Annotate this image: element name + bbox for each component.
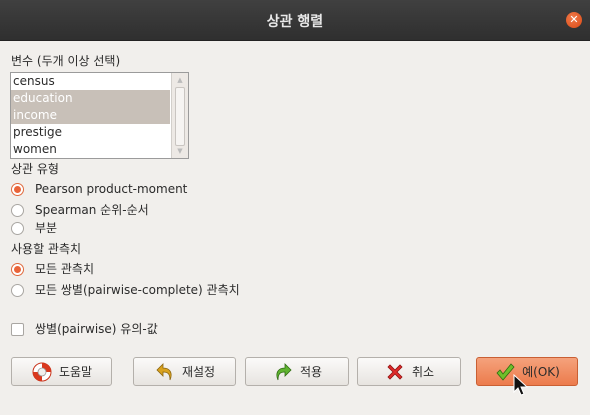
cancel-button[interactable]: 취소 <box>357 357 461 386</box>
radio-button[interactable] <box>11 221 24 235</box>
undo-arrow-icon <box>156 362 172 380</box>
list-item[interactable]: prestige <box>11 124 170 141</box>
scroll-up-arrow-icon[interactable]: ▲ <box>175 75 185 85</box>
radio-pearson[interactable]: Pearson product-moment <box>11 180 187 198</box>
variables-label: 변수 (두개 이상 선택) <box>11 54 121 68</box>
radio-label: Pearson product-moment <box>35 182 188 196</box>
radio-spearman[interactable]: Spearman 순위-순서 <box>11 201 149 219</box>
radio-label: 모든 관측치 <box>35 262 95 276</box>
radio-button[interactable] <box>11 182 24 196</box>
redo-arrow-icon <box>276 362 292 380</box>
radio-label: 모든 쌍별(pairwise-complete) 관측치 <box>35 283 240 297</box>
listbox-scrollbar[interactable]: ▲ ▼ <box>171 73 188 158</box>
reset-button[interactable]: 재설정 <box>133 357 236 386</box>
apply-button[interactable]: 적용 <box>245 357 349 386</box>
radio-button[interactable] <box>11 283 24 297</box>
lifebuoy-icon <box>32 362 52 381</box>
variables-listbox[interactable]: census education income prestige women ▲… <box>10 72 189 159</box>
list-item[interactable]: income <box>11 107 170 124</box>
cancel-button-label: 취소 <box>411 365 435 379</box>
observations-label: 사용할 관측치 <box>11 242 82 256</box>
red-x-icon <box>387 363 403 380</box>
list-item[interactable]: census <box>11 73 170 90</box>
radio-button[interactable] <box>11 203 24 217</box>
apply-button-label: 적용 <box>299 365 323 379</box>
radio-label: 부분 <box>35 221 58 235</box>
pairwise-pvalues-checkbox-row[interactable]: 쌍별(pairwise) 유의-값 <box>11 320 158 338</box>
reset-button-label: 재설정 <box>181 365 216 379</box>
radio-pairwise-complete[interactable]: 모든 쌍별(pairwise-complete) 관측치 <box>11 281 240 299</box>
title-bar: 상관 행렬 ✕ <box>0 0 590 41</box>
close-button[interactable]: ✕ <box>566 12 582 28</box>
window-title: 상관 행렬 <box>266 14 324 30</box>
radio-button[interactable] <box>11 262 24 276</box>
list-item[interactable]: education <box>11 90 170 107</box>
mouse-pointer-icon <box>513 374 529 396</box>
correlation-type-label: 상관 유형 <box>11 162 59 176</box>
pairwise-pvalues-checkbox[interactable] <box>11 322 24 336</box>
help-button[interactable]: 도움말 <box>11 357 112 386</box>
radio-all-observations[interactable]: 모든 관측치 <box>11 260 94 278</box>
scroll-down-arrow-icon[interactable]: ▼ <box>175 146 185 156</box>
checkbox-label: 쌍별(pairwise) 유의-값 <box>35 322 158 336</box>
help-button-label: 도움말 <box>58 365 93 379</box>
list-item[interactable]: women <box>11 141 170 158</box>
radio-partial[interactable]: 부분 <box>11 219 57 237</box>
radio-label: Spearman 순위-순서 <box>35 203 149 217</box>
scrollbar-thumb[interactable] <box>175 87 185 146</box>
